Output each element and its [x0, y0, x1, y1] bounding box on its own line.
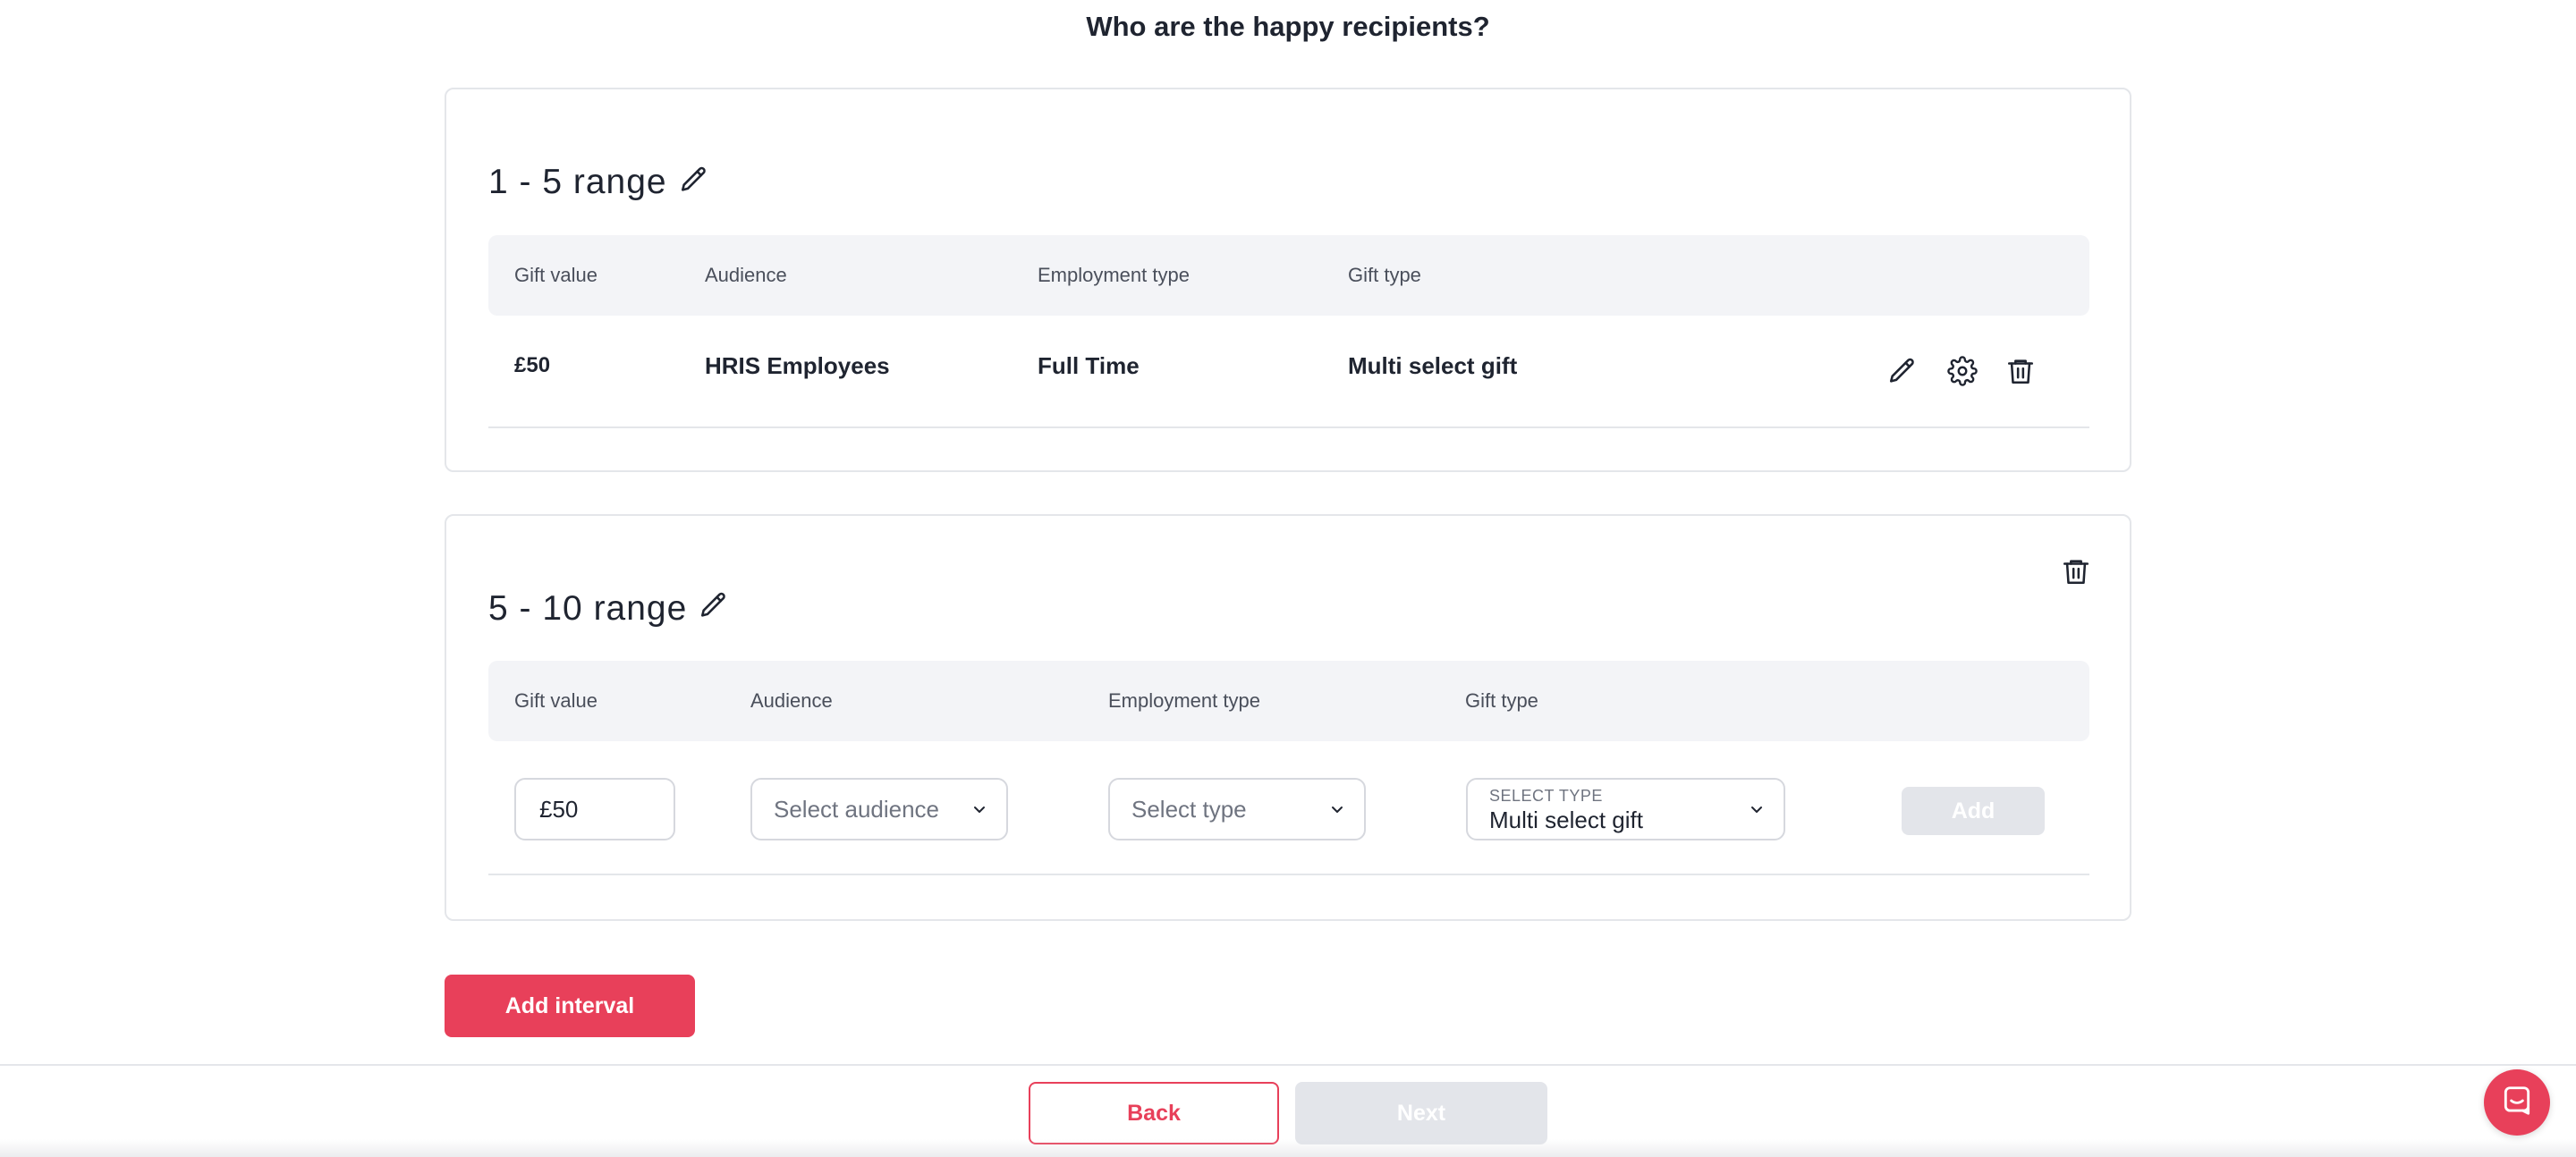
- edit-range-title-button[interactable]: [696, 589, 732, 625]
- trash-icon: [2005, 356, 2036, 391]
- table-header: Gift value Audience Employment type Gift…: [488, 661, 2089, 741]
- gift-type-value: Multi select gift: [1489, 807, 1643, 833]
- delete-row-button[interactable]: [2001, 353, 2040, 393]
- gift-value-input[interactable]: [514, 778, 675, 840]
- pencil-icon: [679, 165, 709, 199]
- column-gift-type: Gift type: [1348, 264, 1421, 286]
- next-button[interactable]: Next: [1295, 1082, 1547, 1144]
- column-gift-value: Gift value: [514, 264, 597, 286]
- row-divider: [488, 426, 2089, 428]
- column-audience: Audience: [750, 689, 833, 712]
- column-audience: Audience: [705, 264, 787, 286]
- add-interval-button[interactable]: Add interval: [445, 975, 695, 1037]
- gift-value-field[interactable]: [516, 780, 674, 839]
- pencil-icon: [699, 590, 729, 625]
- column-employment-type: Employment type: [1038, 264, 1190, 286]
- employment-type-cell: Full Time: [1038, 352, 1140, 379]
- employment-type-placeholder: Select type: [1131, 796, 1247, 823]
- pencil-icon: [1887, 356, 1918, 391]
- gear-icon: [1947, 355, 1978, 391]
- range-card-1: 1 - 5 range Gift value Audience Employme…: [445, 88, 2131, 472]
- gift-type-label: SELECT TYPE: [1489, 787, 1603, 805]
- column-employment-type: Employment type: [1108, 689, 1260, 712]
- delete-range-button[interactable]: [2056, 553, 2096, 593]
- column-gift-value: Gift value: [514, 689, 597, 712]
- gift-type-cell: Multi select gift: [1348, 352, 1518, 379]
- chat-icon: [2500, 1084, 2534, 1122]
- range-title: 1 - 5 range: [488, 163, 667, 201]
- add-row-button[interactable]: Add: [1902, 787, 2045, 835]
- trash-icon: [2061, 556, 2091, 591]
- audience-cell: HRIS Employees: [705, 352, 890, 379]
- gift-type-select[interactable]: SELECT TYPE Multi select gift: [1466, 778, 1785, 840]
- range-title: 5 - 10 range: [488, 589, 688, 628]
- settings-row-button[interactable]: [1943, 353, 1982, 393]
- back-button[interactable]: Back: [1029, 1082, 1279, 1144]
- chevron-down-icon: [974, 807, 985, 813]
- chat-launcher-button[interactable]: [2484, 1069, 2550, 1136]
- footer-bar: Back Next: [0, 1064, 2576, 1157]
- gift-value-cell: £50: [514, 353, 551, 377]
- audience-select[interactable]: Select audience: [750, 778, 1008, 840]
- page-title: Who are the happy recipients?: [1086, 11, 1490, 42]
- footer-shadow: [0, 1139, 2576, 1157]
- edit-row-button[interactable]: [1883, 353, 1922, 393]
- chevron-down-icon: [1332, 807, 1343, 813]
- column-gift-type: Gift type: [1465, 689, 1538, 712]
- audience-placeholder: Select audience: [774, 796, 940, 823]
- chevron-down-icon: [1751, 807, 1762, 813]
- range-card-2: 5 - 10 range Gift value Audience Employm…: [445, 514, 2131, 921]
- row-divider: [488, 874, 2089, 875]
- employment-type-select[interactable]: Select type: [1108, 778, 1366, 840]
- table-header: Gift value Audience Employment type Gift…: [488, 235, 2089, 316]
- edit-range-title-button[interactable]: [676, 164, 712, 199]
